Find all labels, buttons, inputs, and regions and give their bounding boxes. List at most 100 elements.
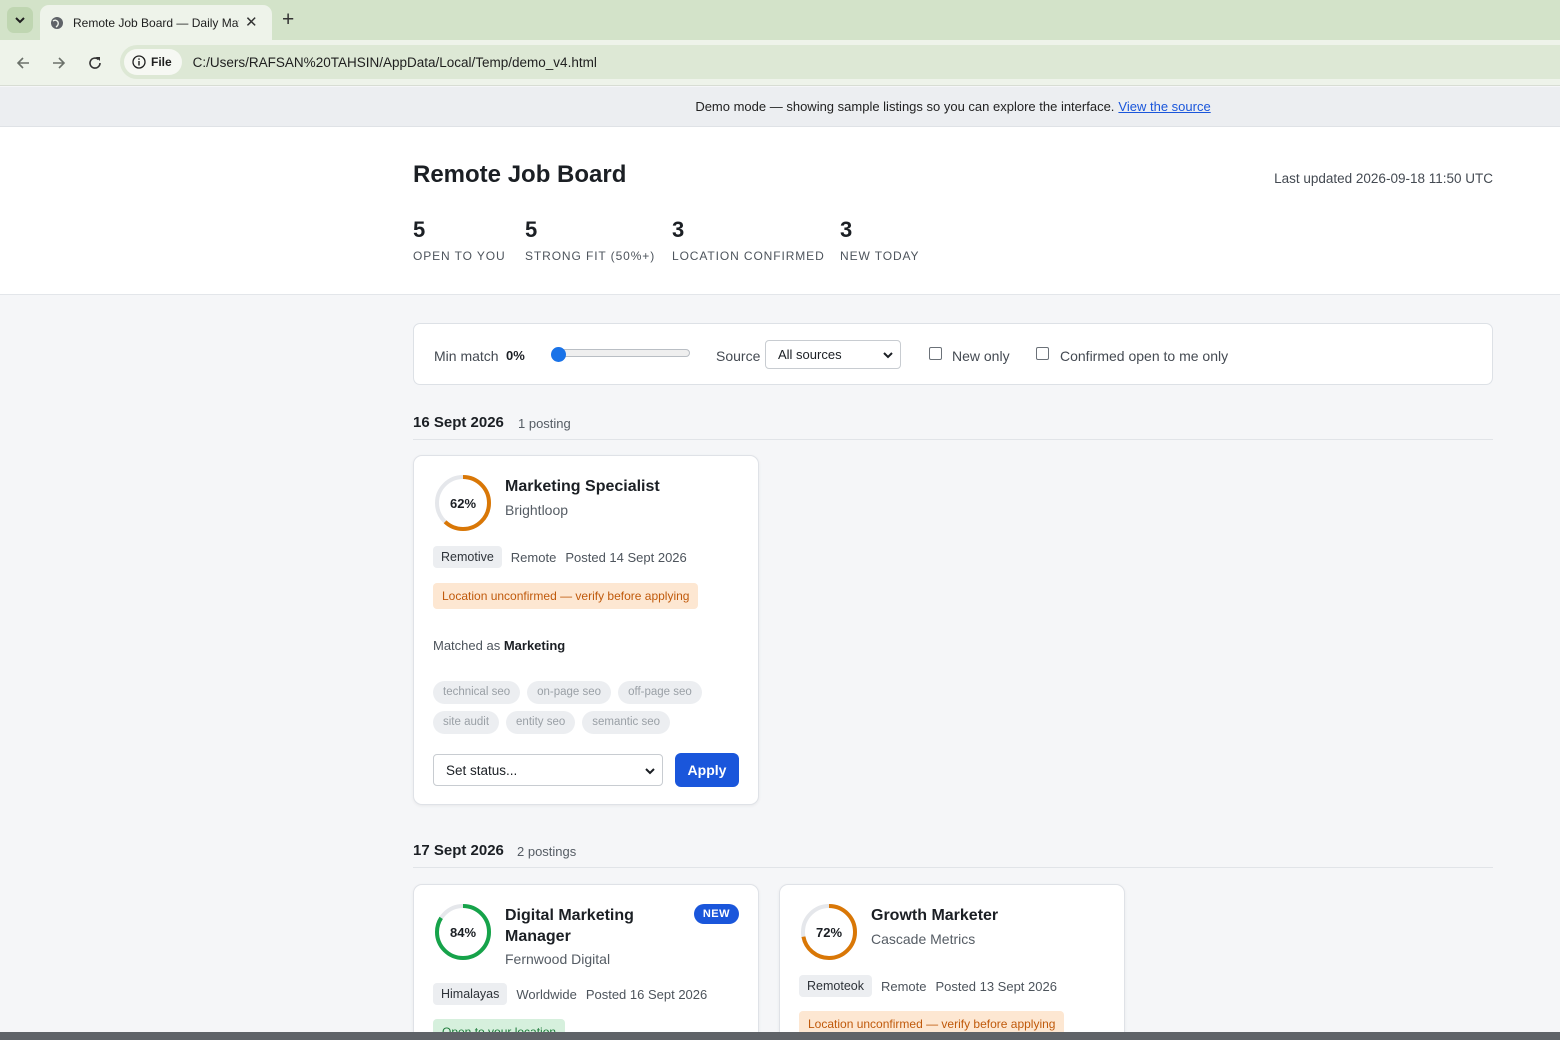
browser-tab-strip: Remote Job Board — Daily Mat ✕ + [0, 0, 1560, 40]
new-only-checkbox[interactable] [929, 347, 942, 360]
new-only-label[interactable]: New only [952, 348, 1010, 364]
banner-text: Demo mode — showing sample listings so y… [695, 99, 1115, 114]
source-pill: Himalayas [433, 983, 508, 1005]
job-title[interactable]: Digital Marketing Manager [505, 905, 634, 947]
browser-tab[interactable]: Remote Job Board — Daily Mat ✕ [40, 5, 272, 40]
skill-tag: semantic seo [582, 711, 671, 734]
min-match-value: 0% [506, 348, 525, 363]
arrow-right-icon [53, 57, 66, 69]
skill-tags: technical seo on-page seo off-page seo s… [433, 681, 733, 734]
demo-banner: Demo mode — showing sample listings so y… [0, 87, 1560, 127]
status-select[interactable]: Set status... [433, 754, 663, 786]
new-badge: NEW [693, 904, 739, 924]
tab-title: Remote Job Board — Daily Mat [73, 15, 239, 30]
new-tab-button[interactable]: + [282, 8, 294, 32]
omnibox[interactable]: File C:/Users/RAFSAN%20TAHSIN/AppData/Lo… [120, 45, 1560, 79]
stat-strong-fit: 5 Strong fit (50%+) [525, 217, 655, 263]
job-location: Remote [510, 549, 557, 565]
min-match-label: Min match [434, 348, 499, 364]
source-select[interactable]: All sources [765, 340, 901, 369]
reload-icon [89, 57, 101, 69]
date-section-header: 16 Sept 2026 1 posting [413, 414, 1493, 440]
stat-label: New today [840, 249, 920, 263]
stat-label: Open to you [413, 249, 506, 263]
apply-button[interactable]: Apply [675, 753, 739, 787]
source-label: Source [716, 348, 761, 364]
page-title: Remote Job Board [413, 161, 627, 188]
tab-search-button[interactable] [7, 7, 33, 33]
back-button[interactable] [12, 52, 34, 74]
stat-label: Strong fit (50%+) [525, 249, 656, 263]
skill-tag: off-page seo [618, 681, 702, 704]
job-card: 72% Growth Marketer Cascade Metrics Remo… [779, 884, 1125, 1040]
stat-label: Location confirmed [672, 249, 825, 263]
date-section-header: 17 Sept 2026 2 postings [413, 842, 1493, 868]
skill-tag: site audit [433, 711, 500, 734]
stat-location-confirmed: 3 Location confirmed [672, 217, 825, 263]
job-title[interactable]: Growth Marketer [871, 905, 998, 926]
page-header: Remote Job Board Last updated 2026-09-18… [0, 127, 1560, 295]
site-info-chip[interactable]: File [124, 49, 182, 75]
stat-value: 3 [840, 217, 853, 242]
source-pill: Remotive [433, 546, 502, 568]
job-title[interactable]: Marketing Specialist [505, 476, 660, 497]
stat-new-today: 3 New today [840, 217, 919, 263]
company-name: Cascade Metrics [871, 931, 976, 947]
arrow-left-icon [16, 57, 29, 69]
source-pill: Remoteok [799, 975, 872, 997]
matched-as: Matched as Marketing [433, 638, 565, 653]
confirmed-only-checkbox[interactable] [1036, 347, 1049, 360]
job-meta: Himalayas Worldwide Posted 16 Sept 2026 [433, 983, 707, 1005]
tab-close-icon[interactable]: ✕ [245, 15, 258, 30]
match-percent: 72% [815, 924, 843, 940]
info-icon [132, 55, 146, 69]
job-title-line: Manager [505, 928, 571, 945]
view-source-link[interactable]: View the source [1118, 99, 1210, 114]
job-title-line: Digital Marketing [505, 907, 634, 924]
skill-tag: on-page seo [527, 681, 612, 704]
stat-value: 5 [413, 217, 426, 242]
job-meta: Remotive Remote Posted 14 Sept 2026 [433, 546, 687, 568]
stat-open-to-you: 5 Open to you [413, 217, 506, 263]
reload-button[interactable] [84, 52, 106, 74]
confirmed-only-label[interactable]: Confirmed open to me only [1060, 348, 1228, 364]
posted-date: Posted 16 Sept 2026 [585, 986, 708, 1002]
section-count: 1 posting [518, 416, 571, 431]
job-card: 62% Marketing Specialist Brightloop Remo… [413, 455, 759, 805]
match-percent: 84% [449, 924, 477, 940]
section-count: 2 postings [517, 844, 577, 859]
job-location: Worldwide [516, 986, 577, 1002]
forward-button[interactable] [48, 52, 70, 74]
min-match-slider-track[interactable] [554, 349, 690, 357]
job-meta: Remoteok Remote Posted 13 Sept 2026 [799, 975, 1057, 997]
chip-label: File [151, 55, 172, 69]
job-location: Remote [880, 978, 927, 994]
job-card: 84% Digital Marketing Manager NEW Fernwo… [413, 884, 759, 1040]
skill-tag: technical seo [433, 681, 521, 704]
status-select-value: Set status... [446, 763, 518, 778]
skill-tag: entity seo [506, 711, 576, 734]
stat-value: 3 [672, 217, 685, 242]
location-warning: Location unconfirmed — verify before app… [433, 583, 699, 609]
address-bar-row: File C:/Users/RAFSAN%20TAHSIN/AppData/Lo… [0, 40, 1560, 86]
chevron-down-icon [883, 352, 893, 359]
company-name: Fernwood Digital [505, 951, 611, 967]
matched-as-prefix: Matched as [433, 638, 501, 653]
posted-date: Posted 14 Sept 2026 [565, 549, 687, 565]
source-select-value: All sources [778, 347, 842, 362]
section-date: 17 Sept 2026 [413, 842, 504, 859]
min-match-slider-thumb[interactable] [551, 347, 566, 362]
stat-value: 5 [525, 217, 538, 242]
url-text[interactable]: C:/Users/RAFSAN%20TAHSIN/AppData/Local/T… [193, 55, 597, 70]
matched-category: Marketing [503, 638, 566, 653]
match-percent: 62% [449, 495, 477, 511]
company-name: Brightloop [505, 502, 569, 518]
taskbar-edge [0, 1032, 1560, 1040]
filter-bar: Min match 0% Source All sources New only… [413, 323, 1493, 385]
section-date: 16 Sept 2026 [413, 414, 504, 431]
last-updated: Last updated 2026-09-18 11:50 UTC [1274, 171, 1493, 186]
chevron-down-icon [15, 17, 25, 24]
globe-icon [51, 16, 63, 29]
posted-date: Posted 13 Sept 2026 [935, 978, 1057, 994]
chevron-down-icon [645, 768, 655, 775]
